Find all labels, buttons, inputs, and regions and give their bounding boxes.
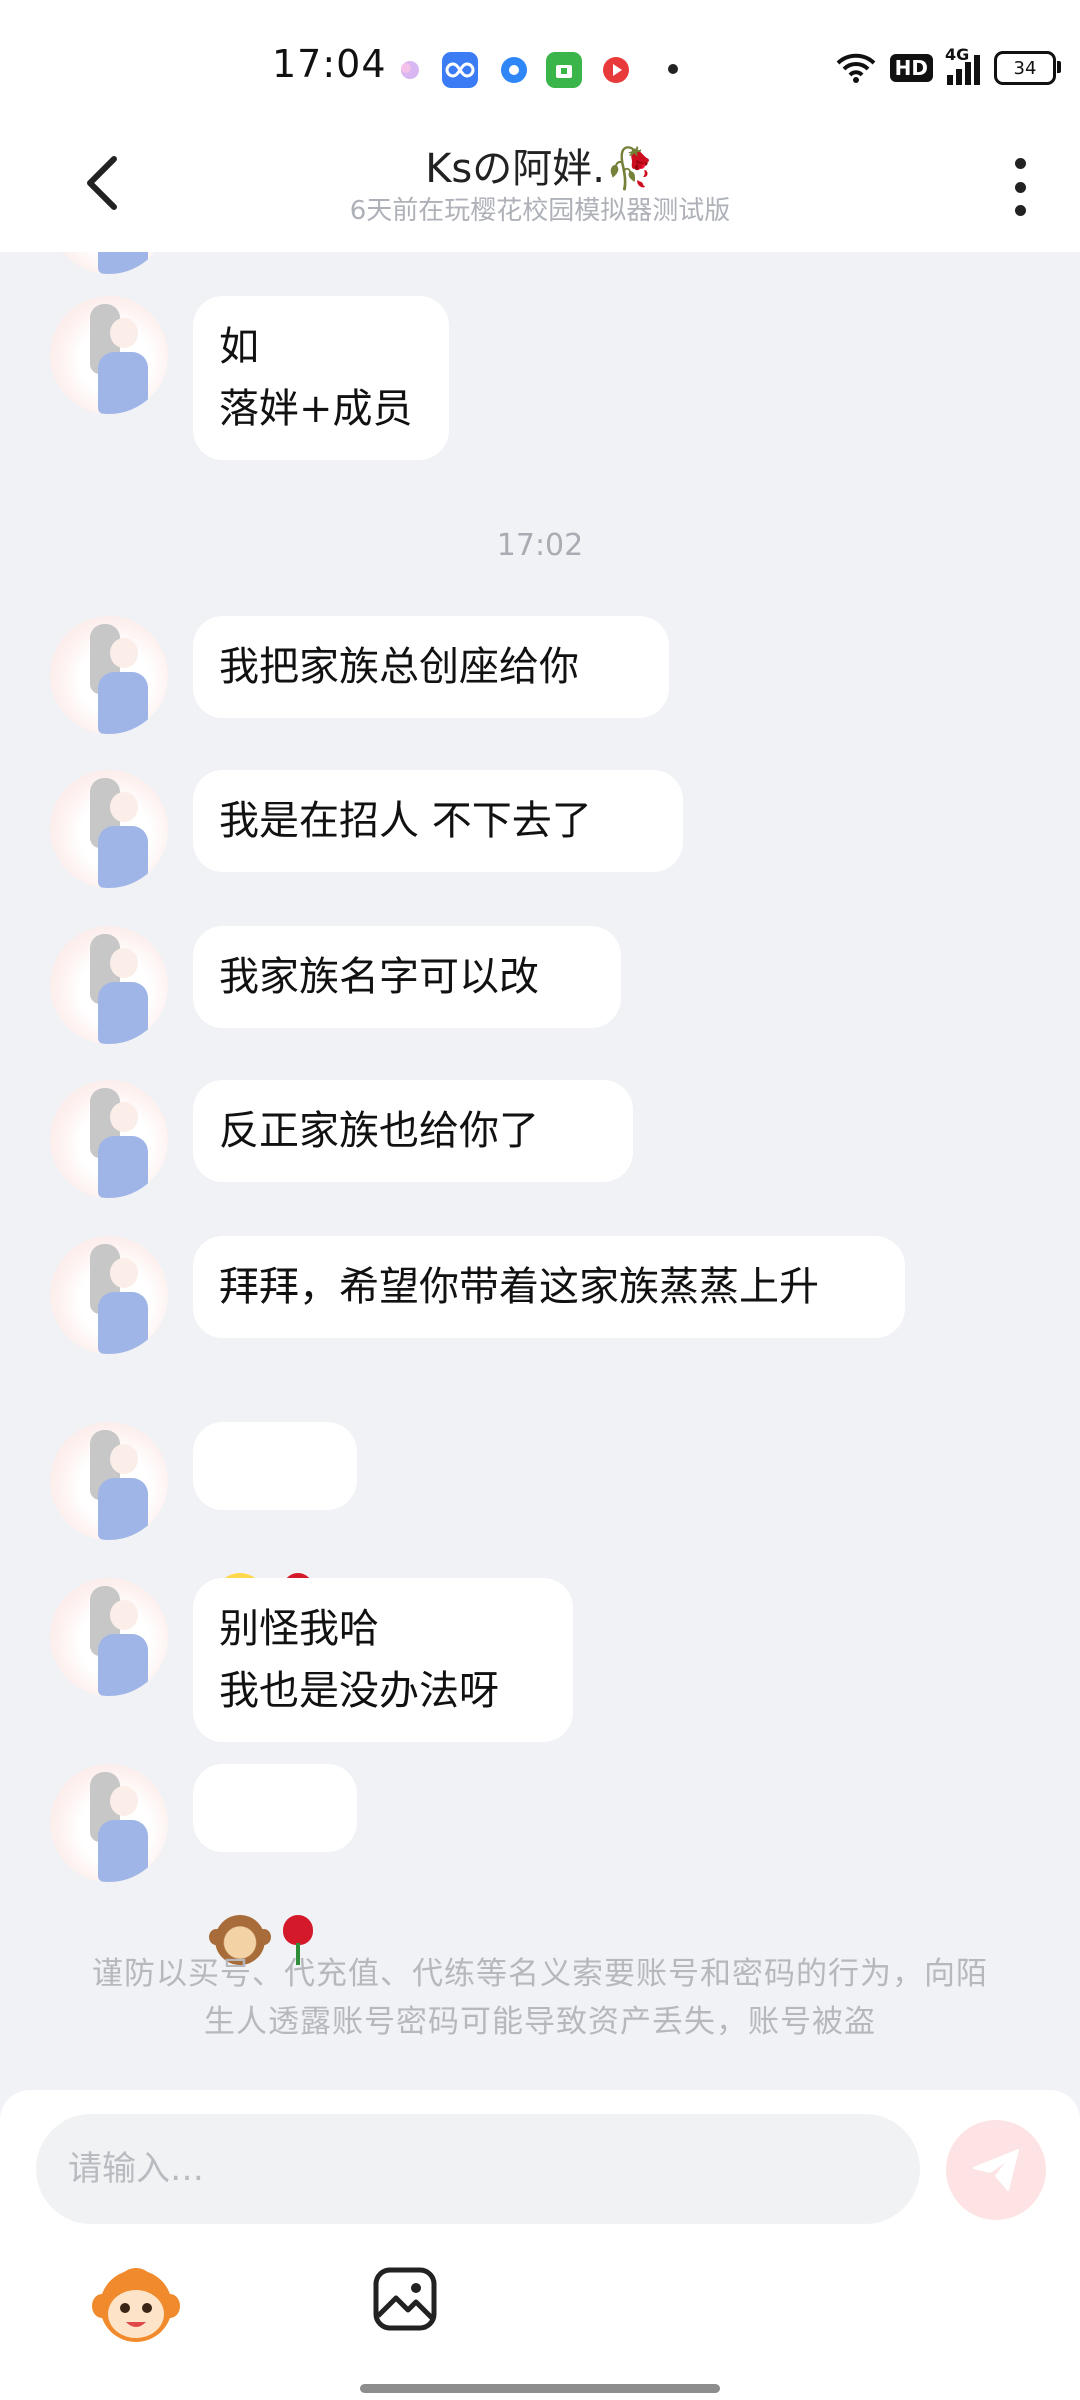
wifi-icon: [836, 53, 876, 83]
avatar[interactable]: [50, 1080, 168, 1198]
status-time: 17:04: [272, 42, 387, 86]
security-notice: 谨防以买号、代充值、代练等名义索要账号和密码的行为，向陌生人透露账号密码可能导致…: [92, 1956, 988, 2040]
mascot-sticker-button[interactable]: [92, 2266, 180, 2346]
notification-dot: [668, 64, 678, 74]
hd-badge: HD: [889, 54, 933, 82]
petal-icon: [392, 52, 428, 88]
emoji-bubble[interactable]: [193, 1764, 357, 1965]
loop-app-icon: [442, 52, 478, 88]
circle-app-icon: [496, 52, 532, 88]
emoji-bubble[interactable]: [193, 1422, 357, 1623]
battery-indicator: 34: [994, 51, 1061, 85]
avatar[interactable]: [50, 296, 168, 414]
message-bubble[interactable]: 我家族名字可以改: [193, 926, 621, 1028]
send-icon: [973, 2149, 1019, 2191]
more-options-button[interactable]: [1000, 152, 1040, 222]
image-button[interactable]: [370, 2264, 440, 2334]
chat-subtitle: 6天前在玩樱花校园模拟器测试版: [349, 196, 731, 226]
composer-bar: [0, 2090, 1080, 2400]
image-icon: [373, 2267, 437, 2331]
signal-icon: 4G: [945, 45, 980, 85]
video-app-icon: [598, 52, 634, 88]
network-type: 4G: [945, 45, 970, 64]
message-bubble[interactable]: 我是在招人 不下去了: [193, 770, 683, 872]
avatar[interactable]: [50, 926, 168, 1044]
message-bubble[interactable]: 别怪我哈 我也是没办法呀: [193, 1578, 573, 1742]
message-bubble[interactable]: 拜拜，希望你带着这家族蒸蒸上升: [193, 1236, 905, 1338]
avatar[interactable]: [50, 1422, 168, 1540]
more-dot: [1014, 158, 1026, 169]
message-bubble[interactable]: 我把家族总创座给你: [193, 616, 669, 718]
message-bubble[interactable]: 如 落姅+成员: [193, 296, 449, 460]
more-dot: [1014, 205, 1026, 216]
avatar[interactable]: [50, 616, 168, 734]
shop-app-icon: [546, 52, 582, 88]
message-input[interactable]: [36, 2114, 920, 2224]
message-list[interactable]: 如 落姅+成员 17:02 我把家族总创座给你 我是在招人 不下去了 我家族名字…: [0, 252, 1080, 2090]
chat-header: Ksの阿姅.🥀 6天前在玩樱花校园模拟器测试版: [0, 130, 1080, 252]
message-timestamp: 17:02: [496, 528, 584, 563]
status-bar: 17:04 HD 4G 34: [0, 0, 1080, 130]
avatar[interactable]: [50, 252, 168, 274]
more-dot: [1014, 181, 1026, 193]
message-bubble[interactable]: 反正家族也给你了: [193, 1080, 633, 1182]
avatar[interactable]: [50, 1578, 168, 1696]
chat-title[interactable]: Ksの阿姅.🥀: [0, 136, 1080, 194]
send-button[interactable]: [946, 2120, 1046, 2220]
home-indicator[interactable]: [360, 2384, 720, 2393]
monkey-mascot-icon: [92, 2268, 180, 2342]
avatar[interactable]: [50, 1236, 168, 1354]
avatar[interactable]: [50, 1764, 168, 1882]
avatar[interactable]: [50, 770, 168, 888]
